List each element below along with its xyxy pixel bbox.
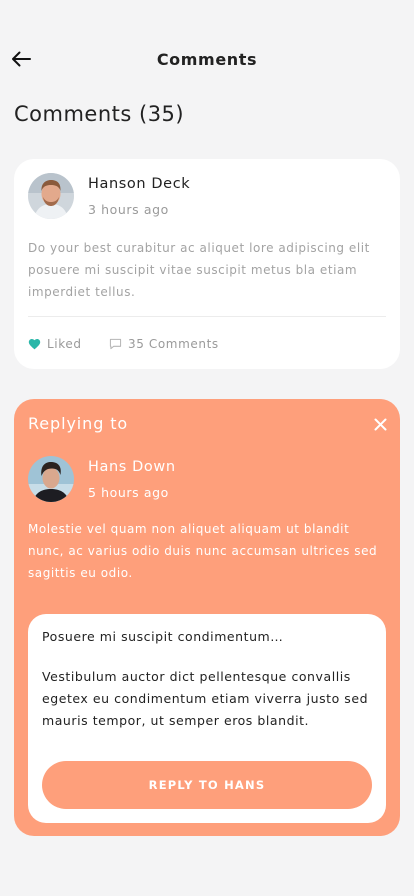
reply-textarea[interactable]: Posuere mi suscipit condimentum… Vestibu… bbox=[28, 614, 386, 823]
reply-heading: Replying to bbox=[28, 414, 129, 433]
author-name[interactable]: Hans Down bbox=[88, 459, 176, 475]
chat-bubble-icon bbox=[109, 338, 122, 350]
comment-text: Molestie vel quam non aliquet aliquam ut… bbox=[28, 522, 378, 580]
reply-button[interactable]: REPLY TO HANS bbox=[42, 761, 372, 809]
timestamp: 5 hours ago bbox=[88, 485, 169, 500]
close-button[interactable] bbox=[372, 416, 388, 432]
comments-count-label: 35 Comments bbox=[128, 337, 219, 351]
reply-panel: Replying to Hans Down 5 hours ago Molest… bbox=[14, 399, 400, 836]
divider bbox=[28, 316, 386, 317]
comments-count-button[interactable]: 35 Comments bbox=[109, 336, 219, 352]
like-label: Liked bbox=[47, 337, 82, 351]
avatar[interactable] bbox=[28, 456, 74, 502]
reply-text-line: Posuere mi suscipit condimentum… bbox=[42, 629, 284, 644]
like-button[interactable]: Liked bbox=[28, 336, 82, 352]
heart-icon bbox=[28, 339, 41, 350]
comment-text: Do your best curabitur ac aliquet lore a… bbox=[28, 241, 370, 299]
section-title: Comments (35) bbox=[14, 102, 185, 126]
page-title: Comments bbox=[156, 50, 258, 69]
reply-text-line: Vestibulum auctor dict pellentesque conv… bbox=[42, 669, 369, 728]
comment-card: Hanson Deck 3 hours ago Do your best cur… bbox=[14, 159, 400, 369]
close-icon bbox=[374, 418, 386, 430]
author-name[interactable]: Hanson Deck bbox=[88, 176, 190, 192]
avatar[interactable] bbox=[28, 173, 74, 219]
timestamp: 3 hours ago bbox=[88, 202, 169, 217]
